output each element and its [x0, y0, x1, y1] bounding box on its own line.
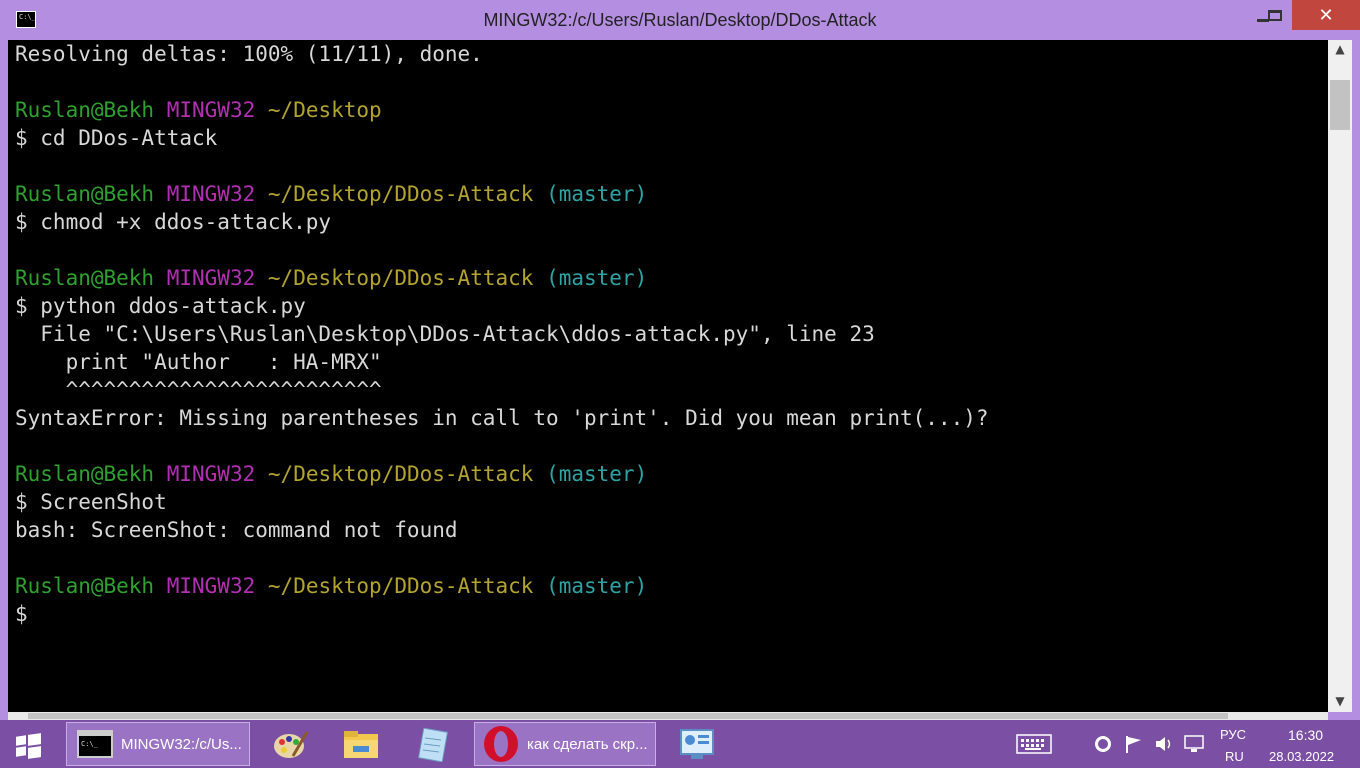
- prompt-host: MINGW32: [166, 462, 256, 486]
- prompt-branch: (master): [546, 182, 648, 206]
- maximize-icon: [1268, 9, 1282, 21]
- output-line: ^^^^^^^^^^^^^^^^^^^^^^^^^: [15, 378, 382, 402]
- close-icon: ✕: [1318, 4, 1334, 26]
- title-bar[interactable]: C:\_ MINGW32:/c/Users/Ruslan/Desktop/DDo…: [0, 0, 1360, 40]
- keyboard-icon[interactable]: [1016, 734, 1052, 754]
- vertical-scrollbar[interactable]: ▲ ▼: [1328, 40, 1352, 712]
- prompt-host: MINGW32: [166, 574, 256, 598]
- error-line: SyntaxError: Missing parentheses in call…: [15, 406, 989, 430]
- clock-date[interactable]: 28.03.2022: [1269, 749, 1334, 764]
- paint-icon: [274, 731, 309, 758]
- prompt-branch: (master): [546, 266, 648, 290]
- svg-text:C:\_: C:\_: [81, 740, 99, 748]
- scrollbar-thumb[interactable]: [1330, 80, 1350, 130]
- taskbar: C:\_ MINGW32:/c/Us... как сделать скр...…: [0, 720, 1360, 768]
- input-cursor-line[interactable]: $: [15, 600, 28, 628]
- terminal-window: C:\_ MINGW32:/c/Users/Ruslan/Desktop/DDo…: [0, 0, 1360, 720]
- command-line: $ python ddos-attack.py: [15, 294, 306, 318]
- prompt-user: Ruslan@Bekh: [15, 98, 155, 122]
- task-control-panel[interactable]: [668, 722, 726, 766]
- prompt-user: Ruslan@Bekh: [15, 462, 155, 486]
- horizontal-scrollbar[interactable]: [8, 712, 1328, 720]
- volume-icon[interactable]: [1154, 734, 1174, 754]
- prompt-line: Ruslan@Bekh MINGW32 ~/Desktop: [15, 96, 382, 124]
- task-terminal[interactable]: C:\_ MINGW32:/c/Us...: [66, 722, 250, 766]
- prompt-line: Ruslan@Bekh MINGW32 ~/Desktop/DDos-Attac…: [15, 264, 647, 292]
- command-line: $ ScreenShot: [15, 490, 167, 514]
- task-notepad[interactable]: [404, 722, 462, 766]
- opera-icon: [484, 726, 518, 762]
- language-indicator-code[interactable]: RU: [1225, 749, 1244, 764]
- notepad-icon: [417, 727, 449, 762]
- output-line: print "Author : HA-MRX": [15, 350, 382, 374]
- prompt-path: ~/Desktop/DDos-Attack: [267, 574, 534, 598]
- prompt-path: ~/Desktop: [267, 98, 382, 122]
- command-line: $ cd DDos-Attack: [15, 126, 218, 150]
- prompt-path: ~/Desktop/DDos-Attack: [267, 266, 534, 290]
- viber-icon[interactable]: [1093, 734, 1113, 754]
- terminal-line: Resolving deltas: 100% (11/11), done.: [15, 42, 483, 66]
- output-line: bash: ScreenShot: command not found: [15, 518, 458, 542]
- scroll-up-icon[interactable]: ▲: [1328, 42, 1352, 56]
- window-title: MINGW32:/c/Users/Ruslan/Desktop/DDos-Att…: [483, 10, 877, 30]
- start-button[interactable]: [10, 728, 44, 760]
- close-button[interactable]: ✕: [1292, 0, 1360, 30]
- prompt-user: Ruslan@Bekh: [15, 574, 155, 598]
- task-label: MINGW32:/c/Us...: [121, 735, 242, 753]
- prompt-branch: (master): [546, 574, 648, 598]
- network-icon[interactable]: [1183, 734, 1205, 754]
- command-line: $ chmod +x ddos-attack.py: [15, 210, 332, 234]
- terminal-output[interactable]: Resolving deltas: 100% (11/11), done. Ru…: [8, 40, 1328, 712]
- h-scrollbar-thumb[interactable]: [28, 713, 1228, 719]
- prompt-host: MINGW32: [166, 98, 256, 122]
- prompt-path: ~/Desktop/DDos-Attack: [267, 462, 534, 486]
- terminal-icon: C:\_: [77, 730, 113, 758]
- prompt-user: Ruslan@Bekh: [15, 266, 155, 290]
- prompt-host: MINGW32: [166, 266, 256, 290]
- task-explorer[interactable]: [332, 722, 390, 766]
- prompt-line: Ruslan@Bekh MINGW32 ~/Desktop/DDos-Attac…: [15, 180, 647, 208]
- output-line: File "C:\Users\Ruslan\Desktop\DDos-Attac…: [15, 322, 875, 346]
- prompt-line: Ruslan@Bekh MINGW32 ~/Desktop/DDos-Attac…: [15, 460, 647, 488]
- prompt-branch: (master): [546, 462, 648, 486]
- action-center-flag-icon[interactable]: [1124, 734, 1144, 754]
- prompt-line: Ruslan@Bekh MINGW32 ~/Desktop/DDos-Attac…: [15, 572, 647, 600]
- language-indicator[interactable]: РУС: [1220, 727, 1246, 742]
- prompt-host: MINGW32: [166, 182, 256, 206]
- control-panel-icon: [680, 729, 714, 759]
- prompt-user: Ruslan@Bekh: [15, 182, 155, 206]
- task-opera[interactable]: как сделать скр...: [474, 722, 656, 766]
- prompt-path: ~/Desktop/DDos-Attack: [267, 182, 534, 206]
- task-label: как сделать скр...: [527, 735, 648, 753]
- task-paint[interactable]: [262, 722, 320, 766]
- clock-time[interactable]: 16:30: [1288, 727, 1323, 743]
- folder-icon: [344, 731, 378, 758]
- scroll-down-icon[interactable]: ▼: [1328, 694, 1352, 708]
